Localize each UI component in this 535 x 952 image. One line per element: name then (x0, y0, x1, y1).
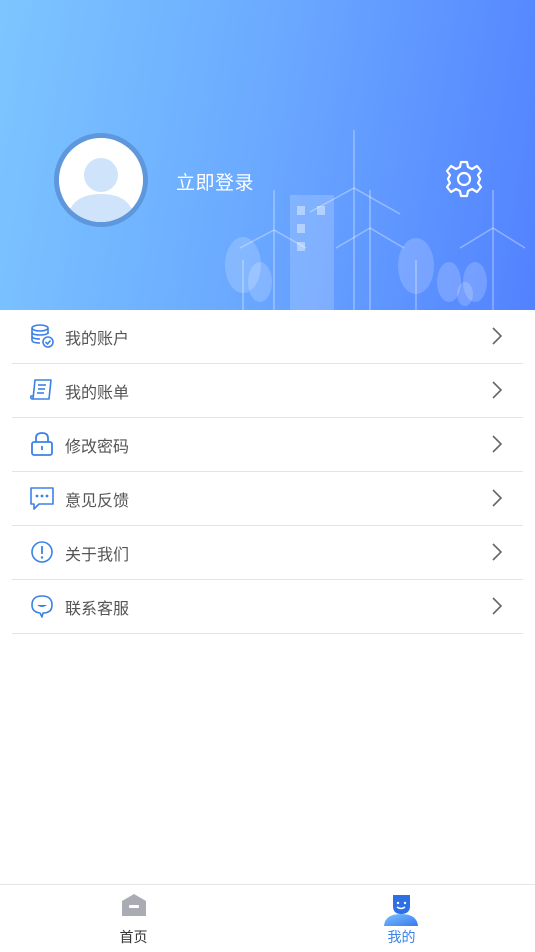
info-icon (31, 541, 53, 563)
chevron-right-icon (492, 381, 503, 399)
service-chat-icon (31, 595, 53, 618)
menu-list: 我的账户 我的账单 修改密码 意见反馈 关于我们 联系客服 (0, 310, 535, 634)
tab-label: 我的 (387, 930, 416, 946)
menu-item-feedback[interactable]: 意见反馈 (12, 472, 523, 526)
menu-item-label: 联系客服 (65, 599, 130, 618)
database-icon (31, 324, 54, 348)
menu-item-change-password[interactable]: 修改密码 (12, 418, 523, 472)
bottom-tab-bar: 首页 我的 (0, 884, 535, 952)
profile-header: 立即登录 (0, 0, 535, 310)
menu-item-label: 修改密码 (65, 437, 130, 456)
bill-icon (29, 379, 52, 400)
menu-item-customer-service[interactable]: 联系客服 (12, 580, 523, 634)
lock-icon (31, 432, 53, 456)
menu-item-label: 关于我们 (65, 545, 130, 564)
menu-item-label: 我的账户 (65, 329, 130, 348)
profile-icon (384, 895, 418, 926)
avatar[interactable] (54, 133, 148, 227)
user-avatar-icon (59, 138, 143, 222)
chevron-right-icon (492, 543, 503, 561)
tab-mine[interactable]: 我的 (268, 885, 535, 952)
menu-item-label: 我的账单 (65, 383, 130, 402)
menu-item-label: 意见反馈 (65, 491, 130, 510)
gear-icon (445, 160, 483, 198)
chevron-right-icon (492, 327, 503, 345)
message-icon (30, 487, 54, 510)
tab-home[interactable]: 首页 (0, 885, 267, 952)
menu-item-account[interactable]: 我的账户 (12, 310, 523, 364)
menu-item-bill[interactable]: 我的账单 (12, 364, 523, 418)
home-icon (122, 894, 146, 916)
chevron-right-icon (492, 435, 503, 453)
login-link[interactable]: 立即登录 (176, 168, 254, 195)
menu-item-about[interactable]: 关于我们 (12, 526, 523, 580)
settings-button[interactable] (444, 159, 484, 199)
chevron-right-icon (492, 489, 503, 507)
tab-label: 首页 (119, 930, 148, 946)
chevron-right-icon (492, 597, 503, 615)
